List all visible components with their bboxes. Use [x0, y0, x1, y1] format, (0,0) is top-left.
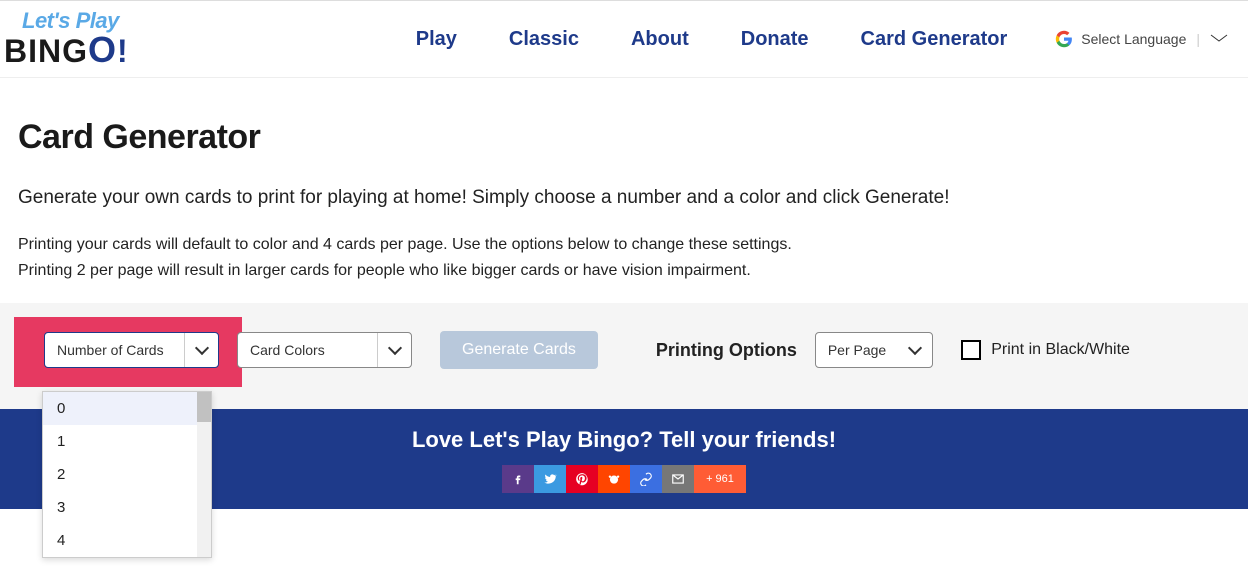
nav-about[interactable]: About [631, 28, 689, 51]
pinterest-icon [575, 472, 589, 486]
note-line-2: Printing 2 per page will result in large… [18, 259, 1230, 283]
dropdown-option-2[interactable]: 2 [43, 458, 211, 491]
nav-card-generator[interactable]: Card Generator [861, 28, 1008, 51]
share-more[interactable]: +961 [694, 465, 746, 493]
chevron-down-icon [184, 333, 218, 367]
intro-text: Generate your own cards to print for pla… [18, 187, 1230, 209]
generator-form: Number of Cards Card Colors Generate Car… [0, 303, 1248, 409]
card-colors-select[interactable]: Card Colors [237, 332, 412, 368]
chevron-down-icon [1210, 31, 1228, 47]
dropdown-scroll-thumb[interactable] [197, 392, 211, 422]
dropdown-option-4[interactable]: 4 [43, 524, 211, 557]
share-reddit[interactable] [598, 465, 630, 493]
share-facebook[interactable] [502, 465, 534, 493]
header: Let's Play BINGO! Play Classic About Don… [0, 0, 1248, 78]
dropdown-option-3[interactable]: 3 [43, 491, 211, 524]
per-page-label: Per Page [816, 342, 898, 358]
mail-icon [671, 472, 685, 486]
chevron-down-icon [377, 333, 411, 367]
main-content: Card Generator Generate your own cards t… [0, 78, 1248, 409]
share-pinterest[interactable] [566, 465, 598, 493]
main-nav: Play Classic About Donate Card Generator [416, 28, 1008, 51]
number-dropdown-menu: 0 1 2 3 4 [42, 391, 212, 558]
number-of-cards-label: Number of Cards [45, 342, 184, 358]
print-bw-label: Print in Black/White [991, 341, 1130, 359]
reddit-icon [607, 472, 621, 486]
per-page-select[interactable]: Per Page [815, 332, 933, 368]
note-line-1: Printing your cards will default to colo… [18, 233, 1230, 257]
link-icon [639, 472, 653, 486]
language-selector[interactable]: Select Language | [1055, 30, 1228, 48]
nav-play[interactable]: Play [416, 28, 457, 51]
generate-cards-button[interactable]: Generate Cards [440, 331, 598, 369]
share-link[interactable] [630, 465, 662, 493]
nav-classic[interactable]: Classic [509, 28, 579, 51]
twitter-icon [543, 472, 557, 486]
language-label: Select Language [1081, 31, 1186, 47]
logo[interactable]: Let's Play BINGO! [4, 10, 129, 68]
facebook-icon [511, 472, 525, 486]
printing-options-label: Printing Options [656, 340, 797, 361]
logo-bottom-text: BINGO! [4, 32, 129, 68]
number-of-cards-select[interactable]: Number of Cards [44, 332, 219, 368]
share-count: 961 [716, 473, 734, 485]
lang-separator: | [1196, 31, 1200, 47]
nav-donate[interactable]: Donate [741, 28, 809, 51]
card-colors-label: Card Colors [238, 342, 377, 358]
share-twitter[interactable] [534, 465, 566, 493]
dropdown-option-0[interactable]: 0 [43, 392, 211, 425]
page-title: Card Generator [18, 118, 1230, 157]
dropdown-option-1[interactable]: 1 [43, 425, 211, 458]
google-icon [1055, 30, 1073, 48]
share-email[interactable] [662, 465, 694, 493]
chevron-down-icon [898, 333, 932, 367]
print-bw-option[interactable]: Print in Black/White [961, 340, 1130, 360]
plus-icon: + [706, 473, 712, 485]
print-bw-checkbox[interactable] [961, 340, 981, 360]
